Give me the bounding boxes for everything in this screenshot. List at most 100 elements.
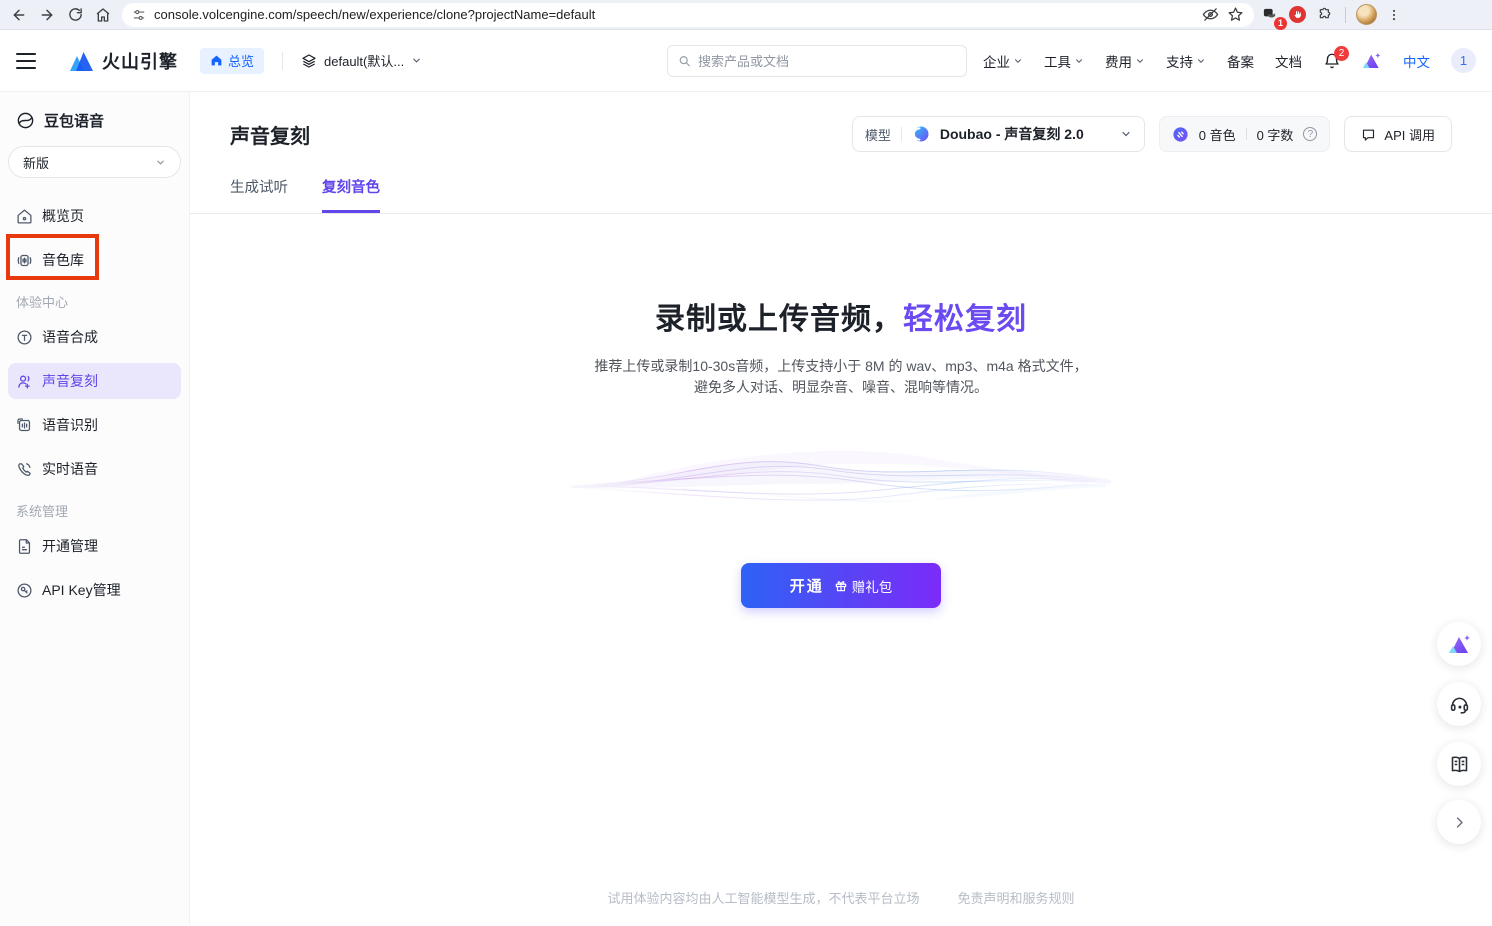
browser-menu-icon[interactable] [1381,3,1407,27]
hero-section: 录制或上传音频，轻松复刻 推荐上传或录制10-30s音频，上传支持小于 8M 的… [190,294,1492,398]
docs-float-button[interactable] [1437,742,1481,786]
extension-shortcut-icon[interactable]: 1 [1256,3,1282,27]
chevron-down-icon [155,157,166,168]
quota-voices: 0 音色 [1199,125,1236,144]
hamburger-menu-icon[interactable] [16,47,44,75]
footer-disclaimer: 试用体验内容均由人工智能模型生成，不代表平台立场 [607,891,919,906]
doubao-voice-icon [16,111,35,130]
menu-billing[interactable]: 费用 [1105,51,1145,71]
speech-synthesis-icon [16,329,33,346]
waveform-graphic [561,438,1121,523]
url-bar[interactable]: console.volcengine.com/speech/new/experi… [122,3,1254,27]
speech-recognition-icon [16,417,33,434]
quota-badge: 0 音色 0 字数 ? [1159,116,1331,152]
open-book-icon [1449,754,1470,775]
menu-beian[interactable]: 备案 [1227,51,1254,71]
help-icon[interactable]: ? [1303,127,1317,141]
eye-off-icon[interactable] [1202,6,1219,23]
browser-home-icon[interactable] [90,3,116,27]
footer-terms-link[interactable]: 免责声明和服务规则 [958,891,1075,906]
product-name: 豆包语音 [44,110,104,131]
api-call-button[interactable]: API 调用 [1344,116,1452,152]
footer: 试用体验内容均由人工智能模型生成，不代表平台立场 免责声明和服务规则 [190,888,1492,907]
chevron-down-icon [1120,128,1132,140]
top-nav-right: 企业 工具 费用 支持 备案 文档 2 中文 [983,48,1476,73]
tab-generate-audition[interactable]: 生成试听 [230,176,288,213]
menu-enterprise[interactable]: 企业 [983,51,1023,71]
sidebar-item-tts[interactable]: 语音合成 [8,319,181,355]
divider [901,127,902,141]
ai-helper-float-button[interactable] [1437,622,1481,666]
headset-icon [1449,694,1470,715]
activate-label: 开通 [790,575,824,596]
browser-back-icon[interactable] [6,3,32,27]
sidebar: 豆包语音 新版 概览页 音色库 体验中心 语音合成 [0,92,190,925]
sidebar-item-overview-page[interactable]: 概览页 [8,198,181,234]
language-switch[interactable]: 中文 [1403,51,1430,71]
sidebar-section-experience: 体验中心 [16,292,173,311]
model-selector[interactable]: 模型 Doubao - 声音复刻 2.0 [852,116,1145,152]
model-label: 模型 [865,125,891,144]
collapse-float-button[interactable] [1437,800,1481,844]
divider [1246,128,1247,140]
version-selector[interactable]: 新版 [8,146,181,178]
tab-clone-voice[interactable]: 复刻音色 [322,176,380,213]
browser-toolbar: console.volcengine.com/speech/new/experi… [0,0,1492,30]
hero-description: 推荐上传或录制10-30s音频，上传支持小于 8M 的 wav、mp3、m4a … [190,356,1492,398]
project-selector[interactable]: default(默认... [301,51,422,70]
product-header: 豆包语音 [8,106,181,134]
ai-mountain-icon [1447,633,1471,655]
account-avatar[interactable]: 1 [1451,48,1476,73]
voice-card-icon [16,252,33,269]
customer-service-float-button[interactable] [1437,682,1481,726]
document-icon [16,538,33,555]
chevron-down-icon [1196,56,1206,66]
notification-badge: 2 [1334,46,1349,61]
global-search[interactable] [667,45,967,77]
sidebar-item-api-key[interactable]: API Key管理 [8,572,181,608]
browser-reload-icon[interactable] [62,3,88,27]
sidebar-item-voice-clone[interactable]: 声音复刻 [8,363,181,399]
site-settings-icon[interactable] [132,8,146,22]
activate-button[interactable]: 开通 赠礼包 [741,563,941,608]
notification-bell-icon[interactable]: 2 [1323,52,1341,70]
tab-bar: 生成试听 复刻音色 [190,176,1492,214]
search-icon [678,54,691,68]
profile-avatar[interactable] [1353,3,1379,27]
menu-tools[interactable]: 工具 [1044,51,1084,71]
home-icon [210,54,223,67]
sidebar-item-voice-library[interactable]: 音色库 [8,242,181,278]
nav-divider [282,52,283,70]
ai-assistant-icon[interactable] [1362,51,1382,70]
phone-voice-icon [16,461,33,478]
overview-nav-button[interactable]: 总览 [200,48,264,74]
chevron-down-icon [1135,56,1145,66]
search-input[interactable] [698,54,956,69]
sidebar-section-system: 系统管理 [16,501,173,520]
overview-label: 总览 [228,51,254,70]
volcengine-logo[interactable]: 火山引擎 [68,48,178,74]
layers-icon [301,53,317,69]
volcengine-mountain-icon [68,50,94,72]
hero-highlight: 轻松复刻 [903,303,1027,336]
extensions-puzzle-icon[interactable] [1312,3,1338,27]
chrome-divider [1345,7,1346,23]
gift-icon [834,579,848,593]
quota-voice-icon [1172,126,1189,143]
sidebar-item-asr[interactable]: 语音识别 [8,407,181,443]
chevron-down-icon [1074,56,1084,66]
project-name: default(默认... [324,51,404,70]
extension-badge: 1 [1274,17,1287,30]
quota-chars: 0 字数 [1257,125,1294,144]
hero-title: 录制或上传音频，轻松复刻 [190,294,1492,338]
sidebar-item-activation[interactable]: 开通管理 [8,528,181,564]
url-text[interactable]: console.volcengine.com/speech/new/experi… [154,7,1194,22]
menu-support[interactable]: 支持 [1166,51,1206,71]
adblock-icon[interactable] [1284,3,1310,27]
gift-package: 赠礼包 [834,576,893,596]
model-value: Doubao - 声音复刻 2.0 [940,124,1084,144]
sidebar-item-realtime-voice[interactable]: 实时语音 [8,451,181,487]
bookmark-star-icon[interactable] [1227,6,1244,23]
menu-docs[interactable]: 文档 [1275,51,1302,71]
browser-forward-icon[interactable] [34,3,60,27]
